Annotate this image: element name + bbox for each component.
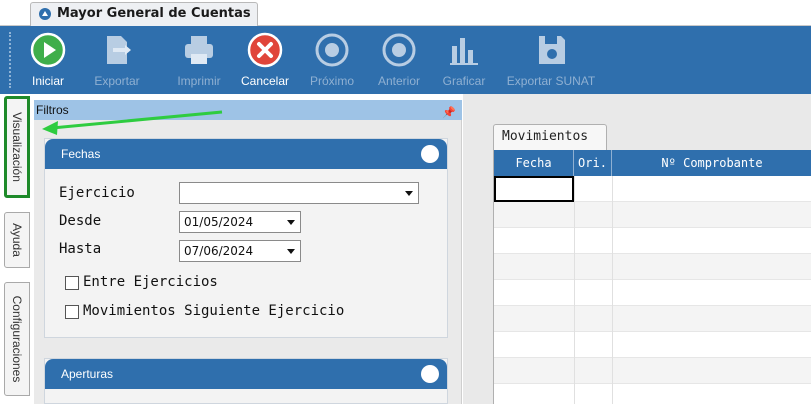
- column-divider: [612, 176, 613, 404]
- tab-movimientos-label: Movimientos: [502, 129, 589, 144]
- desde-date-value: 01/05/2024: [184, 215, 254, 229]
- column-divider: [574, 176, 575, 404]
- selected-cell[interactable]: [494, 176, 574, 202]
- chevron-down-icon: [287, 220, 295, 225]
- document-tab-bar: Mayor General de Cuentas: [0, 0, 811, 26]
- imprimir-button[interactable]: Imprimir: [170, 30, 228, 90]
- play-icon: [30, 32, 66, 68]
- column-header-fecha[interactable]: Fecha: [494, 150, 574, 176]
- toolbar-grip[interactable]: [9, 32, 12, 88]
- aperturas-group-header: Aperturas: [45, 359, 447, 389]
- chevron-down-icon: [287, 249, 295, 254]
- imprimir-label: Imprimir: [177, 74, 221, 88]
- desde-date-picker[interactable]: 01/05/2024: [179, 211, 301, 233]
- pin-icon[interactable]: 📌: [442, 103, 456, 123]
- hasta-date-value: 07/06/2024: [184, 244, 254, 258]
- table-row[interactable]: [494, 358, 811, 384]
- cancel-icon: [247, 32, 283, 68]
- hasta-date-picker[interactable]: 07/06/2024: [179, 240, 301, 262]
- exportar-button[interactable]: Exportar: [84, 30, 150, 90]
- cancelar-button[interactable]: Cancelar: [234, 30, 296, 90]
- side-tab-ayuda[interactable]: Ayuda: [4, 212, 30, 268]
- column-header-comprobante[interactable]: Nº Comprobante: [612, 150, 811, 176]
- column-header-ori-label: Ori.: [578, 156, 607, 170]
- table-row[interactable]: [494, 228, 811, 254]
- exportar-label: Exportar: [94, 74, 140, 88]
- table-row[interactable]: [494, 254, 811, 280]
- side-tab-configuraciones[interactable]: Configuraciones: [4, 282, 30, 396]
- fechas-group-header: Fechas: [45, 139, 447, 169]
- chevron-down-icon: [405, 191, 413, 196]
- aperturas-group-title: Aperturas: [61, 367, 114, 381]
- ejercicio-label: Ejercicio: [59, 185, 135, 201]
- fechas-group: Fechas Ejercicio Desde 01/05/2024 Hasta …: [44, 138, 448, 338]
- collapse-toggle-icon[interactable]: [421, 145, 439, 163]
- table-row[interactable]: [494, 202, 811, 228]
- app-icon: [39, 8, 51, 20]
- aperturas-group: Aperturas: [44, 358, 448, 404]
- hasta-label: Hasta: [59, 241, 102, 257]
- movimientos-siguiente-checkbox[interactable]: [65, 305, 79, 319]
- entre-ejercicios-label: Entre Ejercicios: [83, 274, 218, 290]
- exportar-sunat-label: Exportar SUNAT: [506, 74, 596, 88]
- ribbon-toolbar: Iniciar Exportar Imprimir Cancelar Próxi…: [0, 26, 811, 94]
- next-icon: [315, 33, 349, 67]
- table-row[interactable]: [494, 280, 811, 306]
- entre-ejercicios-checkbox[interactable]: [65, 276, 79, 290]
- side-tab-visualizacion-label: Visualización: [10, 112, 24, 182]
- column-header-ori[interactable]: Ori.: [574, 150, 612, 176]
- table-row[interactable]: [494, 306, 811, 332]
- exportar-sunat-button[interactable]: Exportar SUNAT: [504, 30, 598, 90]
- column-header-fecha-label: Fecha: [515, 156, 552, 170]
- proximo-button[interactable]: Próximo: [304, 30, 360, 90]
- graficar-button[interactable]: Graficar: [436, 30, 492, 90]
- cancelar-label: Cancelar: [240, 74, 290, 88]
- tab-movimientos[interactable]: Movimientos: [493, 124, 607, 150]
- iniciar-button[interactable]: Iniciar: [22, 30, 74, 90]
- filters-panel: Filtros 📌 Fechas Ejercicio Desde 01/05/2…: [34, 100, 462, 404]
- side-tab-ayuda-label: Ayuda: [10, 223, 24, 257]
- previous-icon: [382, 33, 416, 67]
- results-pane: Movimientos Fecha Ori. Nº Comprobante: [463, 94, 811, 404]
- anterior-button[interactable]: Anterior: [370, 30, 428, 90]
- filters-title: Filtros: [36, 103, 69, 117]
- proximo-label: Próximo: [309, 74, 354, 88]
- table-row[interactable]: [494, 332, 811, 358]
- export-icon: [107, 36, 131, 64]
- chart-icon: [450, 38, 478, 65]
- document-tab[interactable]: Mayor General de Cuentas: [30, 2, 258, 26]
- anterior-label: Anterior: [377, 74, 421, 88]
- desde-label: Desde: [59, 213, 102, 229]
- ejercicio-select[interactable]: [179, 182, 419, 204]
- document-tab-title: Mayor General de Cuentas: [57, 6, 251, 21]
- save-disk-icon: [539, 36, 565, 64]
- side-tab-configuraciones-label: Configuraciones: [10, 295, 24, 383]
- column-header-comprobante-label: Nº Comprobante: [661, 156, 763, 170]
- fechas-group-title: Fechas: [61, 147, 101, 161]
- movimientos-grid: Fecha Ori. Nº Comprobante: [493, 150, 811, 404]
- side-tab-visualizacion[interactable]: Visualización: [4, 96, 30, 198]
- movimientos-siguiente-label: Movimientos Siguiente Ejercicio: [83, 303, 345, 319]
- collapse-toggle-icon[interactable]: [421, 365, 439, 383]
- graficar-label: Graficar: [442, 74, 486, 88]
- filters-header: Filtros 📌: [34, 100, 462, 120]
- iniciar-label: Iniciar: [31, 74, 64, 88]
- printer-icon: [185, 36, 213, 64]
